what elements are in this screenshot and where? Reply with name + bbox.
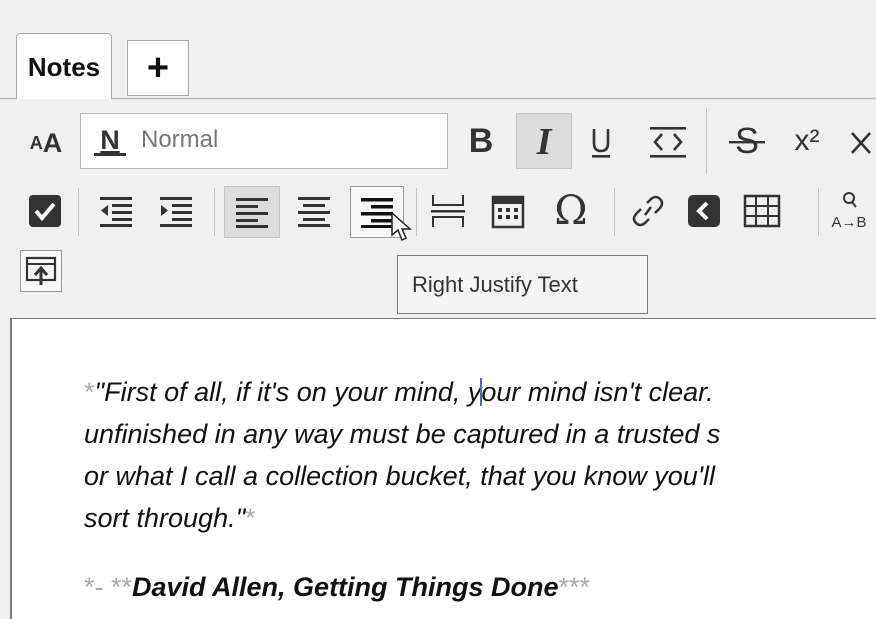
quote-line-4: sort through."*: [84, 503, 256, 533]
style-selector[interactable]: N Normal: [80, 113, 448, 169]
svg-text:I: I: [536, 121, 553, 161]
toolbar-separator: [614, 188, 615, 236]
paragraph-style-icon: N: [91, 122, 129, 160]
tab-notes[interactable]: Notes: [16, 33, 112, 99]
find-replace-icon[interactable]: A→B: [826, 188, 872, 234]
checkbox-icon[interactable]: [24, 190, 66, 232]
quote-line-2: unfinished in any way must be captured i…: [84, 419, 721, 449]
mouse-cursor-icon: [388, 210, 414, 244]
font-size-small-a: A: [29, 132, 43, 153]
table-icon[interactable]: [738, 190, 786, 232]
special-character-icon[interactable]: Ω: [538, 186, 604, 236]
toolbar-separator: [706, 108, 707, 174]
toolbar-separator: [214, 188, 215, 236]
align-center-icon[interactable]: [290, 190, 338, 232]
collapse-icon[interactable]: [680, 190, 728, 232]
quote-line-3: or what I call a collection bucket, that…: [84, 461, 715, 491]
tooltip: Right Justify Text: [397, 255, 648, 314]
export-icon[interactable]: [20, 250, 62, 292]
indent-icon[interactable]: [152, 190, 200, 232]
font-size-icon[interactable]: AA: [22, 123, 70, 163]
quote-attribution: *- **David Allen, Getting Things Done***: [84, 572, 591, 602]
add-tab-button[interactable]: +: [127, 40, 189, 96]
style-selector-value: Normal: [141, 126, 219, 153]
font-size-large-a: A: [42, 127, 63, 158]
horizontal-rule-icon[interactable]: [424, 190, 472, 232]
svg-text:N: N: [100, 125, 120, 155]
align-left-icon[interactable]: [224, 186, 280, 238]
quote-line-1: *"First of all, if it's on your mind, yo…: [84, 377, 714, 407]
outdent-icon[interactable]: [92, 190, 140, 232]
tab-divider: [0, 98, 16, 99]
bold-button[interactable]: B: [458, 113, 504, 169]
svg-text:A→B: A→B: [831, 214, 866, 231]
underline-button[interactable]: [584, 113, 618, 169]
toolbar-separator: [416, 188, 417, 236]
toolbar-separator: [78, 188, 79, 236]
strikethrough-icon[interactable]: S: [722, 113, 772, 169]
calendar-icon[interactable]: [484, 190, 532, 232]
toolbar-separator: [818, 188, 819, 236]
superscript-button[interactable]: x²: [782, 113, 832, 169]
tab-bar: Notes +: [0, 0, 876, 100]
link-icon[interactable]: [622, 190, 674, 232]
italic-button[interactable]: I: [516, 113, 572, 169]
tab-divider: [112, 98, 876, 99]
subscript-icon[interactable]: [848, 113, 876, 169]
code-inline-icon[interactable]: [642, 113, 694, 169]
